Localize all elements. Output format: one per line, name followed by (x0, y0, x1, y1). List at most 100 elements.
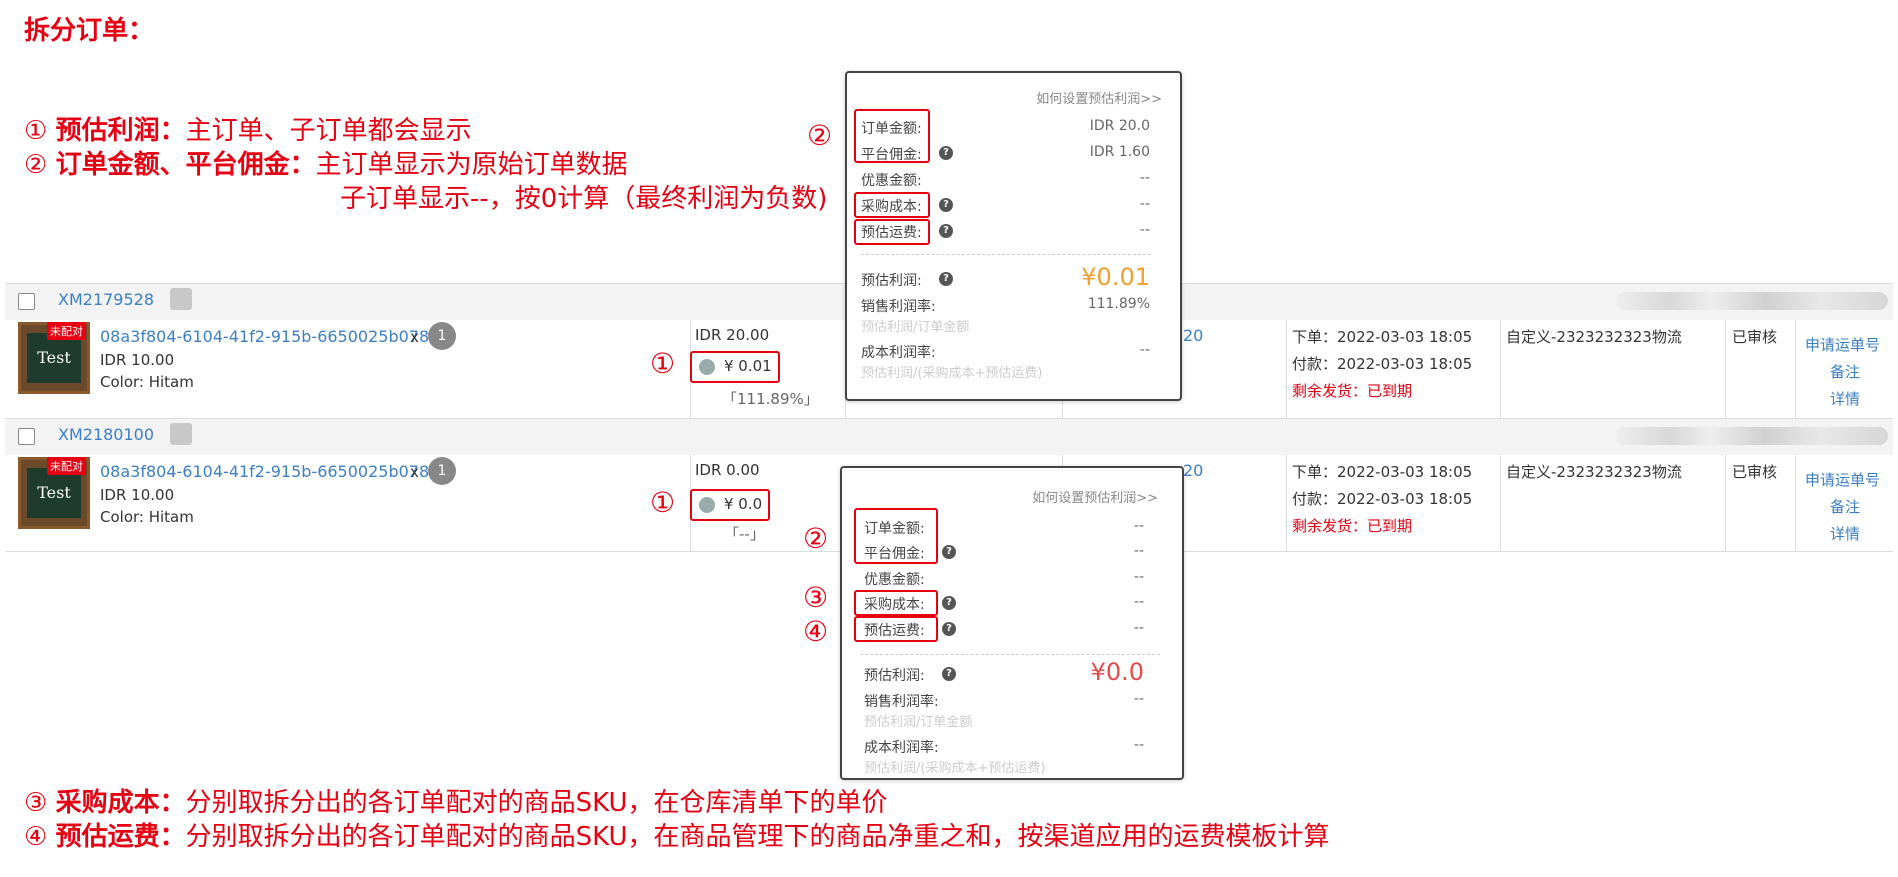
est-profit-label: 预估利润: (861, 273, 922, 289)
note-3: ③ 采购成本：分别取拆分出的各订单配对的商品SKU，在仓库清单下的单价 (24, 786, 887, 820)
thumbnail-text: Test (27, 333, 81, 383)
commission-value: -- (1133, 543, 1144, 559)
product-price: IDR 10.00 (100, 486, 175, 504)
times-sign: x (410, 463, 419, 481)
profit-margin: 「111.89%」 (722, 390, 819, 408)
tag-icon (170, 423, 192, 445)
note-3-num: ③ (24, 788, 48, 818)
question-circle-icon[interactable]: ? (942, 545, 956, 559)
how-to-set-profit-link[interactable]: 如何设置预估利润>> (1032, 487, 1158, 506)
thumbnail-text: Test (27, 468, 81, 518)
pay-time: 付款：2022-03-03 18:05 (1292, 355, 1473, 373)
freight-label: 预估运费: (864, 623, 925, 639)
tag-icon (170, 288, 192, 310)
order-header-row (5, 418, 1893, 456)
partial-link[interactable]: 20 (1183, 326, 1203, 345)
est-profit-value: ¥ 0.0 (724, 495, 763, 513)
commission-label: 平台佣金: (864, 546, 925, 562)
order-id-link[interactable]: XM2179528 (58, 290, 154, 309)
cost-margin-value: -- (1139, 342, 1150, 358)
qty-badge: 1 (428, 457, 456, 485)
note-4-bold: 预估运费： (55, 822, 186, 852)
cost-margin-value: -- (1133, 737, 1144, 753)
question-circle-icon[interactable]: ? (939, 272, 953, 286)
apply-waybill-link[interactable]: 申请运单号 (1805, 469, 1880, 490)
commission-label: 平台佣金: (861, 147, 922, 163)
order-amount: IDR 20.00 (695, 326, 770, 344)
freight-label: 预估运费: (861, 225, 922, 241)
marker-2: ② (807, 119, 833, 152)
logistics: 自定义-2323232323物流 (1506, 328, 1682, 346)
commission-value: IDR 1.60 (1089, 144, 1150, 160)
product-color: Color: Hitam (100, 508, 194, 526)
order-amount-label: 订单金额: (864, 521, 925, 537)
order-amount-value: IDR 20.0 (1089, 118, 1150, 134)
logistics: 自定义-2323232323物流 (1506, 463, 1682, 481)
note-1: ① 预估利润：主订单、子订单都会显示 (24, 114, 472, 148)
purchase-value: -- (1133, 594, 1144, 610)
profit-highlight[interactable]: ¥ 0.0 (690, 489, 770, 521)
checkbox-icon[interactable] (18, 428, 35, 445)
sales-margin-formula: 预估利润/订单金额 (861, 320, 970, 335)
question-circle-icon[interactable]: ? (939, 146, 953, 160)
sku-link[interactable]: 08a3f804-6104-41f2-915b-6650025b0783 (100, 327, 439, 346)
question-circle-icon[interactable]: ? (942, 622, 956, 636)
order-time: 下单：2022-03-03 18:05 (1292, 463, 1473, 481)
note-1-bold: 预估利润： (55, 116, 186, 146)
apply-waybill-link[interactable]: 申请运单号 (1805, 334, 1880, 355)
note-2-num: ② (24, 150, 48, 180)
partial-link[interactable]: 20 (1183, 461, 1203, 480)
status: 已审核 (1732, 463, 1778, 481)
detail-link[interactable]: 详情 (1830, 388, 1860, 409)
cost-margin-formula: 预估利润/(采购成本+预估运费) (864, 761, 1046, 776)
est-profit-value: ¥ 0.01 (724, 357, 772, 375)
times-sign: x (410, 328, 419, 346)
blurred-info (1616, 427, 1888, 445)
question-circle-icon[interactable]: ? (939, 198, 953, 212)
note-3-text: 分别取拆分出的各订单配对的商品SKU，在仓库清单下的单价 (185, 788, 888, 818)
freight-value: -- (1133, 620, 1144, 636)
product-price: IDR 10.00 (100, 351, 175, 369)
purchase-label: 采购成本: (861, 199, 922, 215)
est-profit-label: 预估利润: (864, 668, 925, 684)
question-circle-icon[interactable]: ? (942, 596, 956, 610)
order-amount-label: 订单金额: (861, 121, 922, 137)
profit-highlight[interactable]: ¥ 0.01 (690, 351, 780, 383)
page-title: 拆分订单： (24, 16, 155, 46)
note-4-num: ④ (24, 822, 48, 852)
status: 已审核 (1732, 328, 1778, 346)
ship-remaining: 剩余发货：已到期 (1292, 382, 1413, 400)
order-id-link[interactable]: XM2180100 (58, 425, 154, 444)
marker-1: ① (650, 486, 676, 519)
blurred-info (1616, 292, 1888, 310)
qty-badge: 1 (428, 322, 456, 350)
unmatched-badge: 未配对 (47, 457, 86, 475)
marker-2: ② (803, 522, 829, 555)
ship-remaining: 剩余发货：已到期 (1292, 517, 1413, 535)
question-circle-icon[interactable]: ? (939, 224, 953, 238)
discount-value: -- (1139, 170, 1150, 186)
how-to-set-profit-link[interactable]: 如何设置预估利润>> (1036, 88, 1162, 107)
detail-link[interactable]: 详情 (1830, 523, 1860, 544)
sku-link[interactable]: 08a3f804-6104-41f2-915b-6650025b0783 (100, 462, 439, 481)
note-2-bold: 订单金额、平台佣金： (55, 150, 316, 180)
product-color: Color: Hitam (100, 373, 194, 391)
note-2-line2: 子订单显示--，按0计算（最终利润为负数) (340, 184, 828, 214)
coin-stack-icon (699, 497, 715, 513)
purchase-label: 采购成本: (864, 597, 925, 613)
cost-margin-label: 成本利润率: (861, 345, 936, 361)
sales-margin-label: 销售利润率: (861, 299, 936, 315)
note-link[interactable]: 备注 (1830, 496, 1860, 517)
freight-value: -- (1139, 222, 1150, 238)
order-time: 下单：2022-03-03 18:05 (1292, 328, 1473, 346)
note-link[interactable]: 备注 (1830, 361, 1860, 382)
sales-margin-formula: 预估利润/订单金额 (864, 715, 973, 730)
note-4: ④ 预估运费：分别取拆分出的各订单配对的商品SKU，在商品管理下的商品净重之和，… (24, 820, 1329, 854)
profit-margin: 「--」 (724, 525, 765, 543)
sales-margin-value: -- (1133, 691, 1144, 707)
discount-label: 优惠金额: (861, 173, 922, 189)
coin-stack-icon (699, 359, 715, 375)
checkbox-icon[interactable] (18, 293, 35, 310)
discount-label: 优惠金额: (864, 572, 925, 588)
question-circle-icon[interactable]: ? (942, 667, 956, 681)
